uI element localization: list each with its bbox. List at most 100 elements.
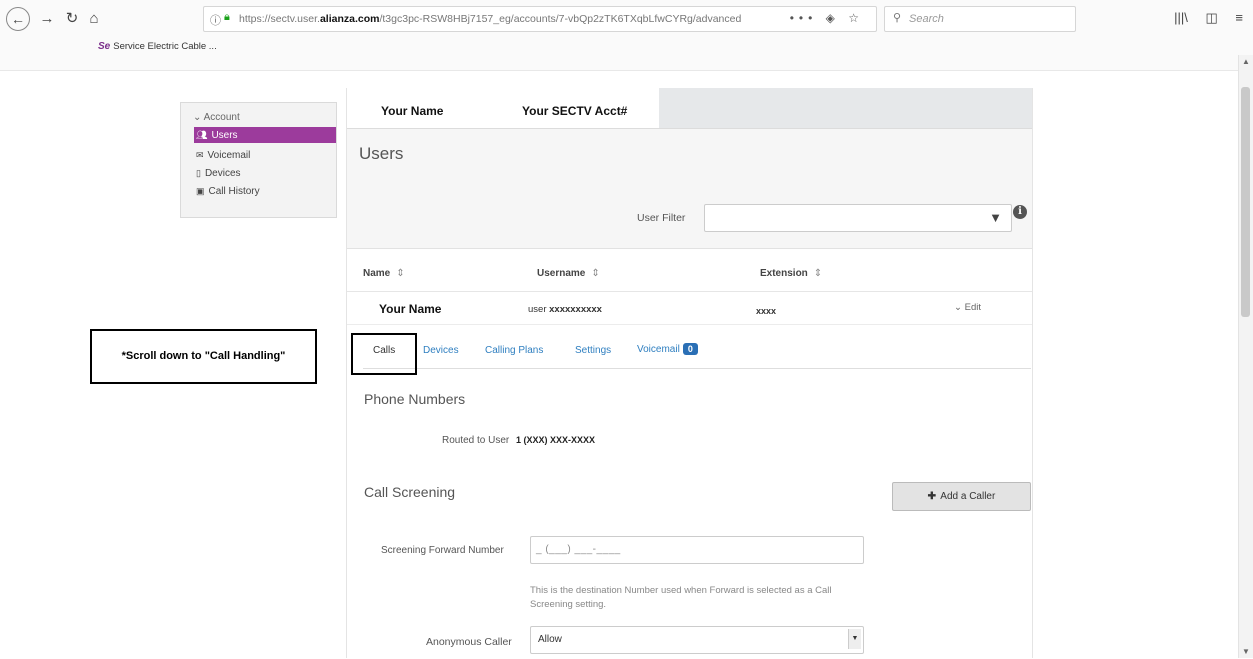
instruction-callout: *Scroll down to "Call Handling" [90, 329, 317, 384]
edit-button[interactable]: ⌄ Edit [954, 302, 981, 313]
user-filter-input[interactable]: ▼ [704, 204, 1012, 232]
search-input[interactable]: ⚲ Search [884, 6, 1076, 32]
back-icon[interactable]: ← [6, 7, 30, 31]
column-header-username[interactable]: Username ⇕ [537, 268, 600, 279]
tab-calling-plans[interactable]: Calling Plans [485, 345, 543, 356]
url-text[interactable]: https://sectv.user.alianza.com/t3gc3pc-R… [239, 13, 784, 25]
lock-icon[interactable]: 🔒︎ [224, 11, 230, 24]
sidebar-section-label: Account [203, 112, 240, 123]
url-bar[interactable]: ⓘ 🔒︎ https://sectv.user.alianza.com/t3gc… [203, 6, 877, 32]
page-title: Users [359, 144, 404, 163]
routed-to-user-label: Routed to User [442, 435, 510, 446]
column-label: Name [363, 268, 391, 279]
anonymous-caller-value: Allow [538, 634, 562, 645]
scroll-thumb[interactable] [1241, 87, 1250, 317]
chevron-down-icon: ⌄ [954, 302, 962, 313]
sidebar-item-call-history[interactable]: ▣ Call History [194, 183, 334, 199]
sidebar-item-label: Call History [208, 186, 260, 197]
pocket-icon[interactable]: ◈ [826, 11, 840, 25]
sidebar-section-account[interactable]: ⌄ Account [193, 112, 240, 123]
sidebar-icon[interactable]: ◫ [1205, 10, 1217, 25]
url-domain: alianza.com [319, 13, 380, 25]
tab-devices[interactable]: Devices [423, 345, 459, 356]
forward-icon[interactable]: → [37, 8, 57, 28]
search-icon: ⚲ [893, 12, 902, 24]
page-scrollbar[interactable]: ▲ ▼ [1238, 55, 1253, 658]
column-header-name[interactable]: Name ⇕ [363, 268, 405, 279]
users-icon: 👥︎ [196, 130, 208, 140]
username-value: xxxxxxxxxx [549, 304, 602, 315]
section-title-call-screening: Call Screening [364, 484, 456, 500]
column-label: Username [537, 268, 586, 279]
sidebar-item-voicemail[interactable]: ✉ Voicemail [194, 147, 334, 163]
user-tabs: Calls Devices Calling Plans Settings Voi… [363, 329, 1031, 369]
sort-icon[interactable]: ⇕ [814, 268, 822, 279]
bookmark-logo: Se [98, 41, 111, 52]
search-placeholder: Search [909, 13, 944, 25]
bookmark-label: Service Electric Cable ... [113, 41, 217, 52]
routed-to-user-value: 1 (XXX) XXX-XXXX [516, 435, 596, 445]
anonymous-caller-label: Anonymous Caller [426, 636, 512, 648]
screening-forward-help: This is the destination Number used when… [530, 585, 832, 610]
envelope-icon: ✉ [196, 150, 204, 160]
divider [347, 324, 1032, 325]
edit-label: Edit [964, 302, 981, 313]
history-icon: ▣ [196, 186, 205, 196]
sidebar-item-label: Devices [204, 168, 241, 179]
instruction-text: *Scroll down to "Call Handling" [121, 350, 286, 362]
user-filter-label: User Filter [637, 212, 686, 224]
screening-forward-label: Screening Forward Number [381, 545, 504, 556]
scroll-up-icon[interactable]: ▲ [1242, 57, 1250, 66]
username-prefix: user [528, 304, 547, 315]
reload-icon[interactable]: ↻ [62, 8, 82, 28]
column-label: Extension [760, 268, 808, 279]
filter-icon[interactable]: ▼ [989, 210, 1002, 225]
calls-tab-highlight [351, 333, 417, 375]
screening-forward-input[interactable]: _ (___) ___-____ [530, 536, 864, 564]
tab-divider [363, 368, 1031, 369]
sort-icon[interactable]: ⇕ [591, 268, 599, 279]
add-caller-label: Add a Caller [940, 491, 996, 502]
select-arrow-icon[interactable]: ▼ [848, 629, 861, 649]
account-header: Your Name Your SECTV Acct# [347, 88, 1032, 129]
info-icon[interactable]: i [1013, 205, 1027, 219]
add-caller-button[interactable]: ✚ Add a Caller [892, 482, 1031, 511]
url-prefix: https://sectv.user. [239, 13, 320, 25]
home-icon[interactable]: ⌂ [84, 8, 104, 28]
chevron-down-icon: ⌄ [193, 112, 202, 123]
tab-voicemail-label: Voicemail [637, 344, 680, 355]
column-header-extension[interactable]: Extension ⇕ [760, 268, 822, 279]
sidebar-item-devices[interactable]: ▯ Devices [194, 165, 334, 181]
bookmark-service-electric[interactable]: Se Service Electric Cable ... [98, 41, 217, 52]
row-username: user xxxxxxxxxx [528, 304, 602, 315]
row-extension: xxxx [756, 306, 777, 316]
anonymous-caller-select[interactable]: Allow ▼ [530, 626, 864, 654]
divider [347, 291, 1032, 292]
library-icon[interactable]: |||\ [1174, 10, 1188, 25]
url-path: /t3gc3pc-RSW8HBj7157_eg/accounts/7-vbQp2… [379, 13, 742, 25]
sidebar-item-label: Voicemail [207, 150, 251, 161]
info-icon[interactable]: ⓘ [210, 12, 221, 28]
sidebar-item-label: Users [211, 130, 238, 141]
header-account: Your SECTV Acct# [522, 104, 628, 118]
users-table: Name ⇕ Username ⇕ Extension ⇕ Your Name use… [347, 248, 1032, 659]
header-name: Your Name [381, 104, 444, 118]
more-icon[interactable]: ••• [790, 11, 818, 25]
phone-icon: ▯ [196, 168, 201, 178]
row-name: Your Name [379, 302, 442, 316]
star-icon[interactable]: ☆ [848, 11, 864, 25]
account-sidebar: ⌄ Account 👥︎ Users ✉ Voicemail ▯ Devices ▣ C… [180, 102, 337, 218]
main-panel: Your Name Your SECTV Acct# Users User Fi… [346, 88, 1033, 659]
scroll-down-icon[interactable]: ▼ [1242, 647, 1250, 656]
menu-icon[interactable]: ≡ [1235, 10, 1243, 25]
voicemail-count-badge: 0 [682, 343, 698, 355]
account-header-box: Your Name Your SECTV Acct# [347, 88, 659, 128]
tab-settings[interactable]: Settings [575, 345, 611, 356]
browser-toolbar: ← → ↻ ⌂ ⓘ 🔒︎ https://sectv.user.alianza.… [0, 0, 1253, 71]
section-title-phone-numbers: Phone Numbers [364, 391, 466, 407]
screening-forward-value: _ (___) ___-____ [536, 544, 621, 555]
sort-icon[interactable]: ⇕ [396, 268, 404, 279]
sidebar-item-users[interactable]: 👥︎ Users [194, 127, 336, 143]
tab-voicemail[interactable]: Voicemail 0 [637, 343, 698, 355]
plus-icon: ✚ [927, 491, 937, 502]
